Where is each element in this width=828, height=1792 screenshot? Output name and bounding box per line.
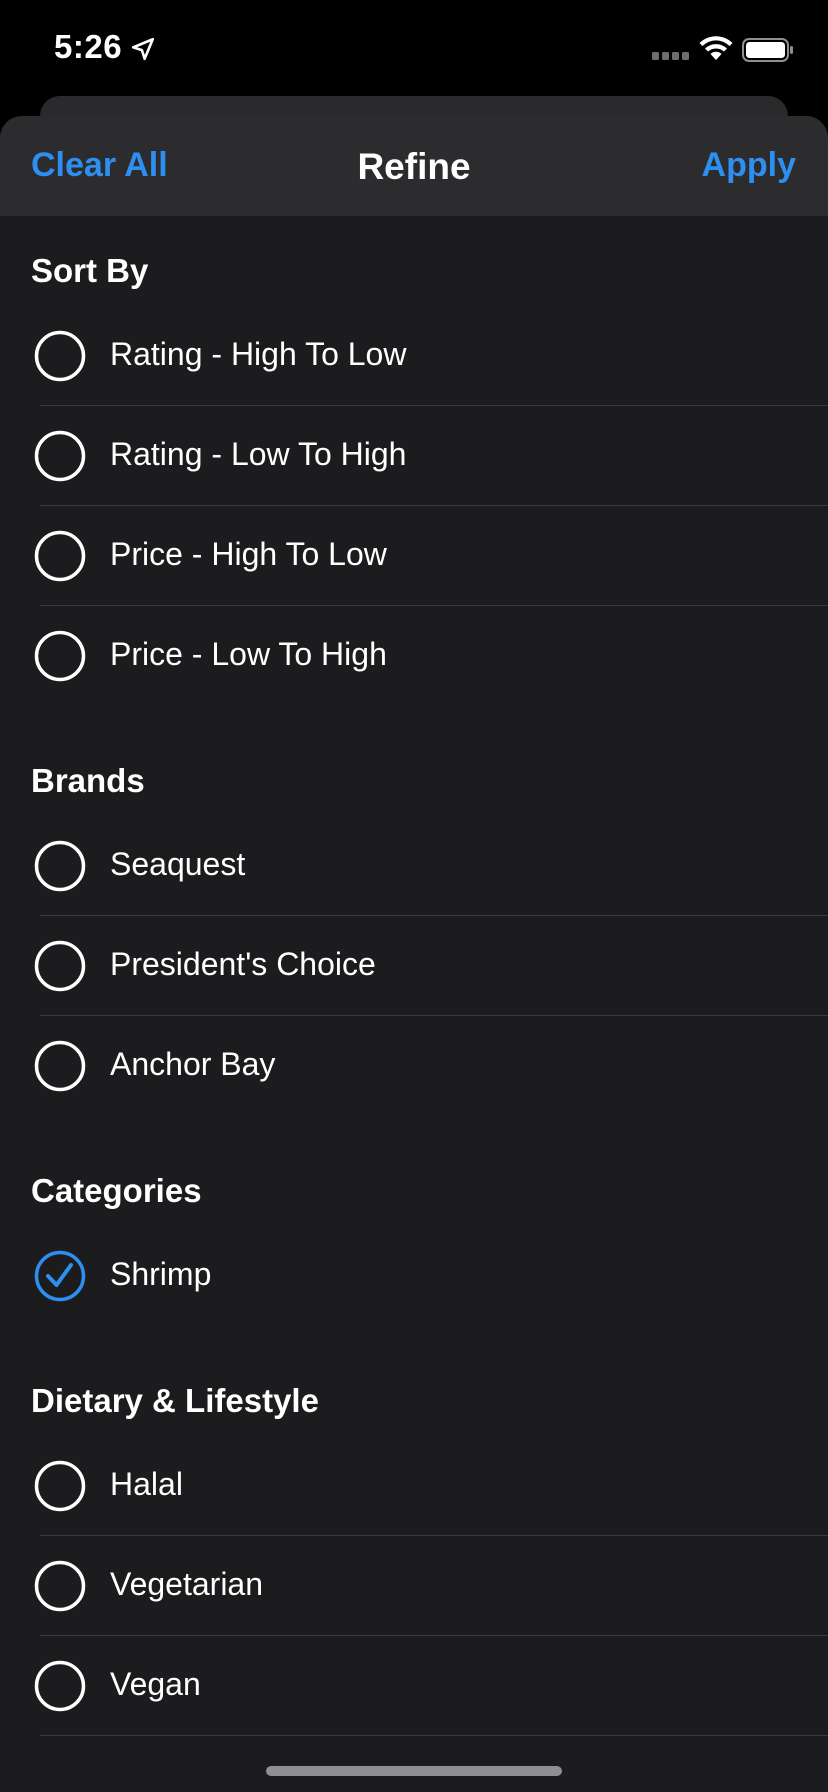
apply-button[interactable]: Apply <box>702 146 796 185</box>
option-label: Seaquest <box>110 846 246 882</box>
option-label: Shrimp <box>110 1256 212 1292</box>
option-row[interactable]: Vegetarian <box>0 1536 828 1636</box>
navigation-bar: Clear All Refine Apply <box>0 116 828 216</box>
empty-circle-icon[interactable] <box>34 430 86 482</box>
option-label: Halal <box>110 1466 183 1502</box>
option-row[interactable]: Halal <box>0 1436 828 1536</box>
refine-options-list: Sort By Rating - High To Low Rating - Low … <box>0 216 828 1736</box>
empty-circle-icon[interactable] <box>34 530 86 582</box>
empty-circle-icon[interactable] <box>34 1460 86 1512</box>
section-header: Dietary & Lifestyle <box>0 1326 828 1436</box>
battery-icon <box>742 38 793 62</box>
wifi-icon <box>699 36 733 60</box>
option-label: Price - Low To High <box>110 636 387 672</box>
section-header: Sort By <box>0 216 828 306</box>
option-row[interactable]: Seaquest <box>0 816 828 916</box>
option-row[interactable]: Rating - High To Low <box>0 306 828 406</box>
section-header: Brands <box>0 706 828 816</box>
option-label: Anchor Bay <box>110 1046 276 1082</box>
empty-circle-icon[interactable] <box>34 1560 86 1612</box>
option-row[interactable]: President's Choice <box>0 916 828 1016</box>
status-time: 5:26 <box>54 28 123 65</box>
section-title: Sort By <box>31 252 149 289</box>
option-label: Rating - Low To High <box>110 436 407 472</box>
section-title: Brands <box>31 762 145 799</box>
empty-circle-icon[interactable] <box>34 1660 86 1712</box>
checkmark-circle-icon[interactable] <box>34 1250 86 1302</box>
option-row[interactable]: Price - High To Low <box>0 506 828 606</box>
option-label: Vegetarian <box>110 1566 264 1602</box>
empty-circle-icon[interactable] <box>34 1040 86 1092</box>
section-title: Dietary & Lifestyle <box>31 1382 319 1419</box>
section-header: Categories <box>0 1116 828 1226</box>
option-label: Vegan <box>110 1666 201 1702</box>
option-row[interactable]: Anchor Bay <box>0 1016 828 1116</box>
option-row[interactable]: Rating - Low To High <box>0 406 828 506</box>
location-arrow-icon <box>131 37 155 61</box>
option-label: Price - High To Low <box>110 536 387 572</box>
option-label: President's Choice <box>110 946 376 982</box>
home-indicator <box>266 1766 562 1776</box>
row-divider <box>40 1735 828 1736</box>
option-label: Rating - High To Low <box>110 336 407 372</box>
refine-sheet: Clear All Refine Apply Sort By Rating - H… <box>0 116 828 1792</box>
empty-circle-icon[interactable] <box>34 840 86 892</box>
status-bar: 5:26 <box>0 0 828 96</box>
cellular-signal-icon <box>652 52 689 60</box>
option-row[interactable]: Price - Low To High <box>0 606 828 706</box>
empty-circle-icon[interactable] <box>34 940 86 992</box>
empty-circle-icon[interactable] <box>34 630 86 682</box>
option-row[interactable]: Vegan <box>0 1636 828 1736</box>
option-row[interactable]: Shrimp <box>0 1226 828 1326</box>
section-title: Categories <box>31 1172 202 1209</box>
empty-circle-icon[interactable] <box>34 330 86 382</box>
